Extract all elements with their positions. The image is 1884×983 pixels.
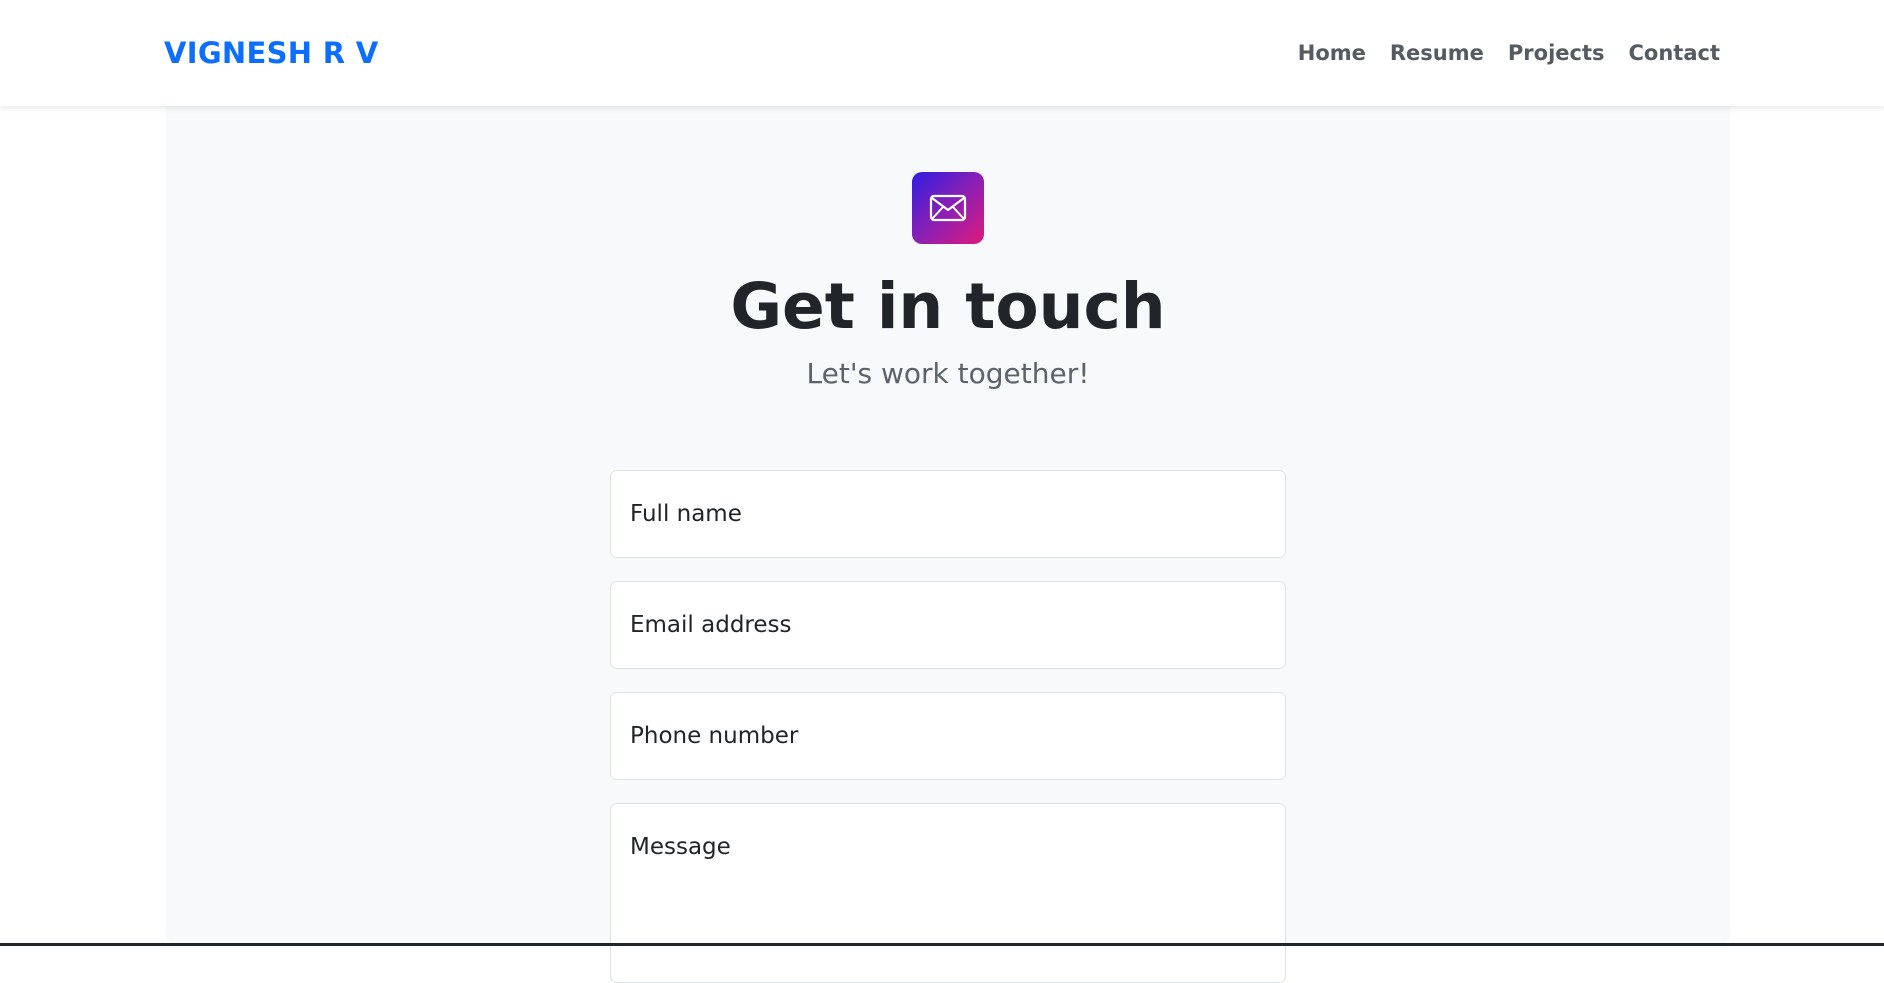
envelope-icon	[929, 194, 967, 222]
email-label: Email address	[630, 612, 792, 638]
email-field[interactable]: Email address	[610, 581, 1286, 669]
envelope-icon-badge	[912, 172, 984, 244]
page-title: Get in touch	[730, 270, 1166, 343]
contact-section: Get in touch Let's work together! Full n…	[166, 106, 1730, 983]
nav-link-projects[interactable]: Projects	[1508, 40, 1605, 66]
nav-links: Home Resume Projects Contact	[1298, 0, 1720, 106]
phone-label: Phone number	[630, 723, 799, 749]
page-subtitle: Let's work together!	[806, 357, 1090, 390]
full-name-label: Full name	[630, 501, 742, 527]
brand-logo-link[interactable]: VIGNESH R V	[164, 36, 379, 70]
nav-link-contact[interactable]: Contact	[1629, 40, 1721, 66]
message-field[interactable]: Message	[610, 803, 1286, 983]
phone-field[interactable]: Phone number	[610, 692, 1286, 780]
full-name-field[interactable]: Full name	[610, 470, 1286, 558]
nav-link-home[interactable]: Home	[1298, 40, 1366, 66]
navbar: VIGNESH R V Home Resume Projects Contact	[0, 0, 1884, 106]
message-label: Message	[630, 834, 731, 860]
nav-link-resume[interactable]: Resume	[1390, 40, 1484, 66]
